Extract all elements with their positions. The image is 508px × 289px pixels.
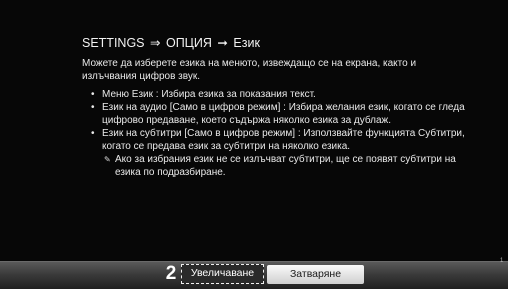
bullet-icon: • xyxy=(91,102,95,113)
note: ✎ Ако за избрания език не се излъчват су… xyxy=(82,153,472,179)
arrow-right-icon: ⇒ xyxy=(150,36,161,50)
breadcrumb-settings: SETTINGS xyxy=(82,36,145,50)
bullet-list: • Меню Език : Избира езика за показания … xyxy=(82,88,472,153)
breadcrumb-option: ОПЦИЯ xyxy=(165,36,212,50)
list-item: • Език на аудио [Само в цифров режим] : … xyxy=(82,101,472,127)
close-button[interactable]: Затваряне xyxy=(267,265,364,284)
list-item-text: Меню Език : Избира езика за показания те… xyxy=(102,89,316,100)
help-content: SETTINGS ⇒ ОПЦИЯ ➞ Език Можете да избере… xyxy=(82,36,472,179)
breadcrumb-language: Език xyxy=(233,36,260,50)
note-text: Ако за избрания език не се излъчват субт… xyxy=(115,154,456,178)
pencil-note-icon: ✎ xyxy=(104,155,111,164)
zoom-button[interactable]: Увеличаване xyxy=(181,264,264,284)
list-item-text: Език на аудио [Само в цифров режим] : Из… xyxy=(102,102,465,126)
list-item: • Меню Език : Избира езика за показания … xyxy=(82,88,472,101)
list-item: • Език на субтитри [Само в цифров режим]… xyxy=(82,127,472,153)
breadcrumb: SETTINGS ⇒ ОПЦИЯ ➞ Език xyxy=(82,36,472,51)
arrow-right-icon: ➞ xyxy=(217,36,228,50)
list-item-text: Език на субтитри [Само в цифров режим] :… xyxy=(102,128,465,152)
step-number-badge: 2 xyxy=(165,263,177,284)
bullet-icon: • xyxy=(91,128,95,139)
settings-help-screen: SETTINGS ⇒ ОПЦИЯ ➞ Език Можете да избере… xyxy=(0,0,508,289)
page-number: 1 xyxy=(500,258,504,264)
bullet-icon: • xyxy=(91,89,95,100)
intro-text: Можете да изберете езика на менюто, изве… xyxy=(82,58,417,82)
